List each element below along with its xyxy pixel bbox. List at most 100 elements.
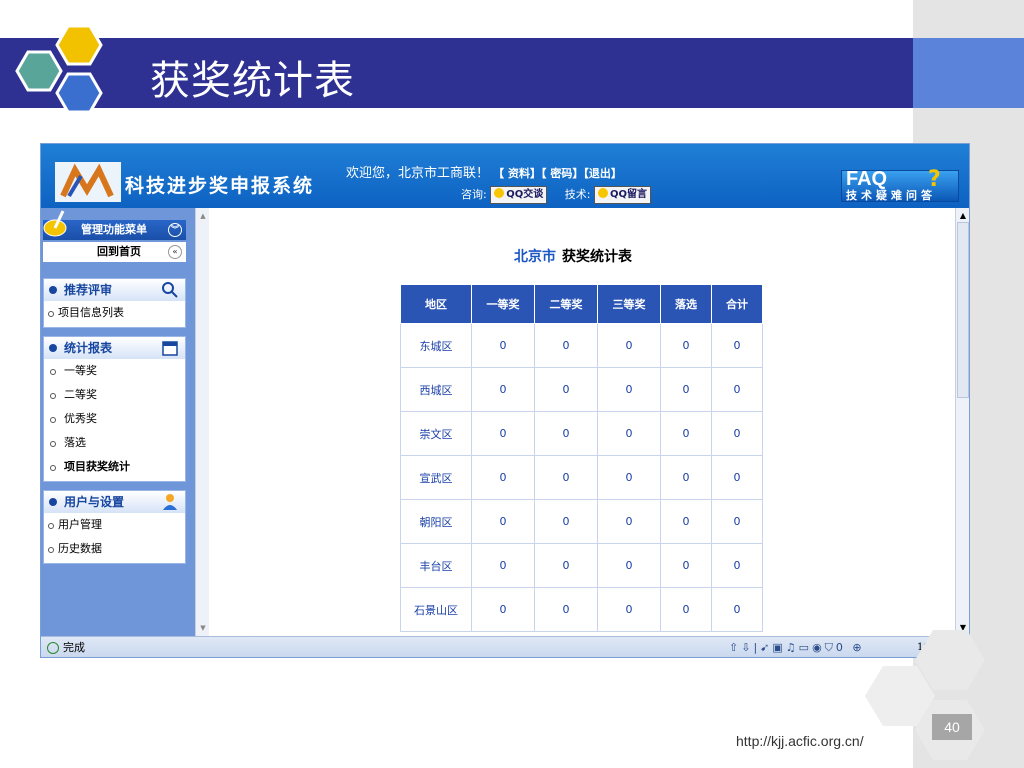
sidebar-item-label: 落选 [64,436,86,449]
contact-line: 咨询: QQ交谈 技术: QQ留言 [461,186,651,204]
hexagon-logo-icon [15,24,103,114]
table-cell: 0 [711,411,763,456]
bullet-icon [48,311,54,317]
user-icon [163,494,177,510]
up-arrow-icon[interactable]: ⇧ [729,641,741,654]
table-cell: 0 [597,543,661,588]
table-cell: 0 [534,543,598,588]
sidebar-item-rejected[interactable]: 落选 [44,431,185,455]
table-header-row: 地区 一等奖 二等奖 三等奖 落选 合计 [400,284,763,324]
sidebar-item-history-data[interactable]: 历史数据 [44,537,185,561]
table-cell: 0 [597,499,661,544]
column-header: 落选 [660,284,712,324]
tech-label: 技术: [564,188,591,201]
table-cell: 0 [471,455,535,500]
consult-label: 咨询: [461,188,487,201]
password-link[interactable]: 【 密码】 [541,167,583,180]
table-cell: 0 [597,367,661,412]
scroll-down-icon[interactable]: ▼ [197,622,209,634]
sidebar: 管理功能菜单 ︾ 回到首页 « 推荐评审 项目信息列表 统计报表 一等奖 二等奖… [41,208,195,636]
bullet-icon [48,547,54,553]
shield-icon[interactable]: ⛉ [825,641,836,654]
table-cell: 0 [471,367,535,412]
bullet-icon [50,465,56,471]
column-header: 一等奖 [471,284,535,324]
table-row: 宣武区 0 0 0 0 0 [400,455,763,500]
group-users-header[interactable]: 用户与设置 [44,491,185,513]
calendar-icon [162,341,178,356]
table-cell: 0 [711,455,763,500]
table-row: 朝阳区 0 0 0 0 0 [400,499,763,544]
group-reports-title: 统计报表 [64,341,113,355]
award-stats-table: 地区 一等奖 二等奖 三等奖 落选 合计 东城区 0 0 0 0 0 西城区 0 0 0 0 0 崇… [400,284,763,632]
main-scrollbar[interactable]: ▲ ▼ [955,208,969,636]
table-cell: 丰台区 [400,543,472,588]
table-cell: 0 [660,543,712,588]
qq-penguin-icon [597,188,608,198]
sidebar-item-label: 二等奖 [64,388,97,401]
sidebar-item-user-management[interactable]: 用户管理 [44,513,185,537]
group-reports-header[interactable]: 统计报表 [44,337,185,359]
cursor-icon[interactable]: ➹ [760,641,772,654]
scroll-up-icon[interactable]: ▲ [197,210,209,222]
table-cell: 0 [597,455,661,500]
eye-icon[interactable]: ◉ [812,641,825,654]
scroll-up-icon[interactable]: ▲ [957,210,969,222]
sidebar-item-project-list[interactable]: 项目信息列表 [44,301,185,325]
table-cell: 东城区 [400,323,472,368]
table-row: 丰台区 0 0 0 0 0 [400,543,763,588]
double-chevron-left-icon[interactable]: « [168,245,182,259]
table-cell: 0 [711,323,763,368]
slide-title: 获奖统计表 [150,58,355,104]
group-users-title: 用户与设置 [64,495,125,509]
scroll-thumb[interactable] [957,222,969,398]
table-row: 东城区 0 0 0 0 0 [400,323,763,368]
home-link[interactable]: 回到首页 « [43,242,186,262]
sidebar-item-second-prize[interactable]: 二等奖 [44,383,185,407]
table-cell: 0 [471,587,535,632]
table-cell: 0 [660,323,712,368]
main-content: 北京市 获奖统计表 地区 一等奖 二等奖 三等奖 落选 合计 东城区 0 0 0 0 0 西… [209,208,955,636]
down-arrow-icon[interactable]: ⇩ [741,641,753,654]
bullet-icon [49,498,57,506]
table-cell: 0 [711,499,763,544]
city-name: 北京市 [514,249,556,265]
report-title: 北京市 获奖统计表 [514,246,632,266]
sidebar-item-excellence-prize[interactable]: 优秀奖 [44,407,185,431]
logout-link[interactable]: 【退出】 [583,167,622,180]
app-header: 科技进步奖申报系统 欢迎您，北京市工商联！ 【 资料】【 密码】【退出】 咨询:… [41,144,969,208]
sidebar-scrollbar[interactable]: ▲ ▼ [195,208,210,636]
qq-message-button[interactable]: QQ留言 [593,186,651,204]
browser-screenshot: 科技进步奖申报系统 欢迎您，北京市工商联！ 【 资料】【 密码】【退出】 咨询:… [40,143,970,658]
sidebar-item-first-prize[interactable]: 一等奖 [44,359,185,383]
group-review: 推荐评审 项目信息列表 [43,278,186,328]
sidebar-item-label: 优秀奖 [64,412,97,425]
status-bar: 完成 ⇧⇩|➹▣♫▭◉⛉0 ⊕ 100% [41,636,969,657]
table-cell: 0 [597,411,661,456]
source-url[interactable]: http://kjj.acfic.org.cn/ [736,733,864,749]
sidebar-item-award-stats[interactable]: 项目获奖统计 [44,455,185,479]
group-review-header[interactable]: 推荐评审 [44,279,185,301]
table-cell: 0 [711,543,763,588]
lock-icon[interactable]: ▣ [772,641,785,654]
page-number: 40 [932,714,972,740]
magnifier-icon [162,282,178,298]
collapse-icon[interactable]: ︾ [168,223,182,237]
group-users: 用户与设置 用户管理 历史数据 [43,490,186,564]
faq-button[interactable]: FAQ 技术疑难问答 ? [841,167,959,202]
speaker-icon[interactable]: ♫ [786,641,799,654]
profile-link[interactable]: 【 资料】 [493,167,541,180]
table-cell: 0 [660,411,712,456]
status-text: 完成 [63,641,85,654]
table-cell: 0 [597,587,661,632]
table-cell: 朝阳区 [400,499,472,544]
bullet-icon [48,523,54,529]
qq-penguin-icon [494,188,505,198]
sidebar-item-label: 一等奖 [64,364,97,377]
bullet-icon [50,369,56,375]
table-cell: 0 [471,323,535,368]
monitor-icon[interactable]: ▭ [799,641,812,654]
sidebar-item-label: 项目获奖统计 [64,460,130,473]
table-cell: 西城区 [400,367,472,412]
qq-chat-button[interactable]: QQ交谈 [490,186,548,204]
